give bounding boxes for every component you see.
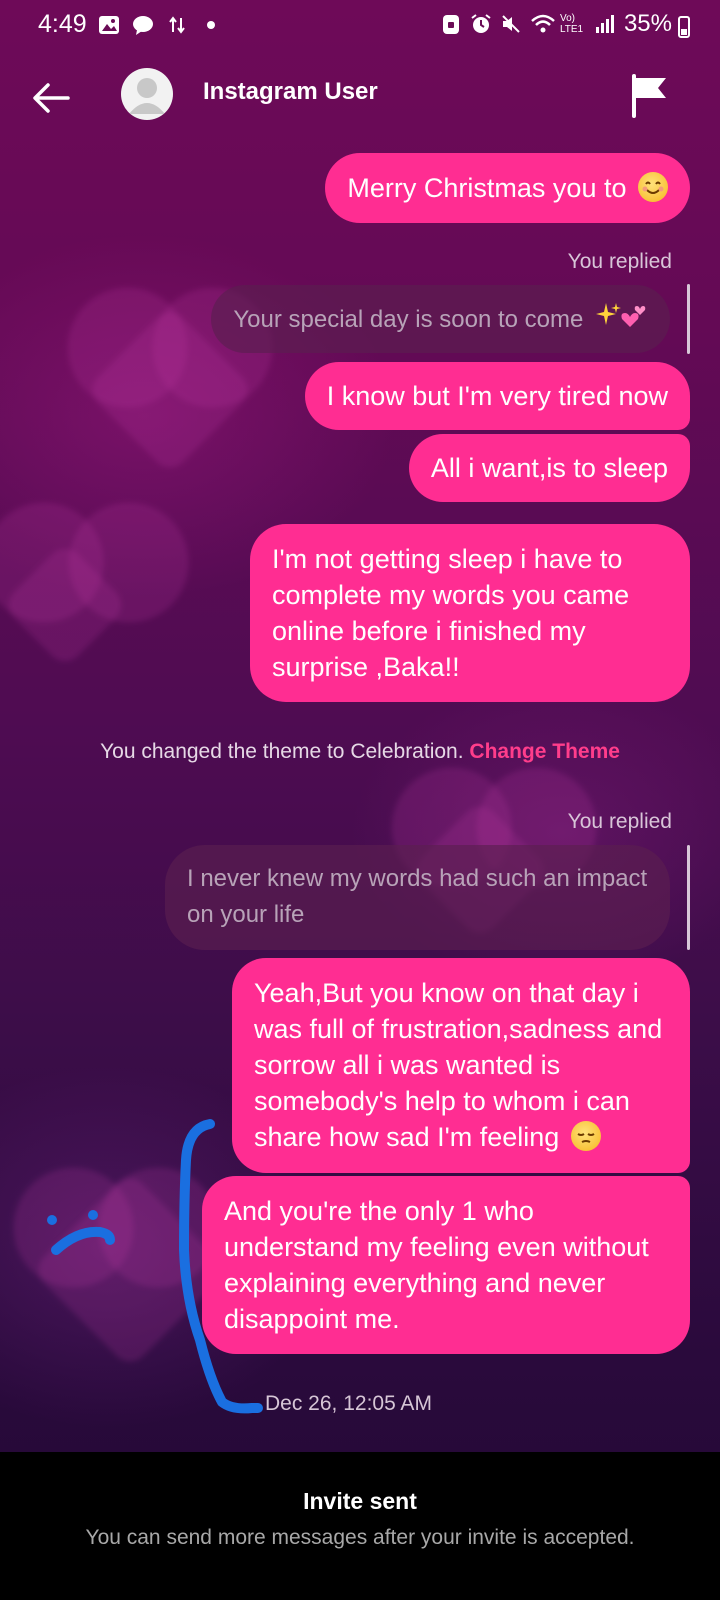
message-bubble-sent[interactable]: Yeah,But you know on that day i was full… — [232, 958, 690, 1173]
chat-icon — [132, 14, 154, 36]
message-bubble-sent[interactable]: I'm not getting sleep i have to complete… — [250, 524, 690, 702]
contact-name[interactable]: Instagram User — [203, 78, 378, 106]
message-text: I know but I'm very tired now — [326, 381, 668, 411]
pensive-face-emoji-icon — [570, 1121, 601, 1151]
quoted-text: Your special day is soon to come — [233, 306, 584, 333]
message-bubble-sent[interactable]: All i want,is to sleep — [408, 434, 690, 502]
lock-icon — [440, 13, 462, 35]
message-text: And you're the only 1 who understand my … — [224, 1196, 649, 1334]
invite-status-subtitle: You can send more messages after your in… — [85, 1526, 635, 1549]
system-text: You changed the theme to Celebration. — [100, 740, 464, 763]
smiling-face-emoji-icon — [638, 172, 668, 202]
flag-icon — [632, 74, 666, 118]
reply-label: You replied — [567, 250, 672, 273]
chat-header: Instagram User — [0, 52, 720, 140]
message-text: Merry Christmas you to — [347, 173, 627, 203]
default-avatar-icon — [129, 78, 165, 114]
theme-change-notice: You changed the theme to Celebration. Ch… — [0, 740, 720, 764]
battery-percent: 35% — [623, 10, 672, 37]
quoted-message[interactable]: I never knew my words had such an impact… — [165, 845, 670, 950]
signal-icon — [594, 13, 616, 35]
status-time: 4:49 — [38, 10, 87, 38]
invite-footer: Invite sent You can send more messages a… — [0, 1452, 720, 1600]
message-bubble-sent[interactable]: Merry Christmas you to — [325, 153, 690, 223]
back-button[interactable] — [28, 74, 76, 122]
change-theme-link[interactable]: Change Theme — [469, 740, 620, 763]
arrow-left-icon — [33, 83, 70, 113]
battery-icon — [678, 16, 690, 38]
message-timestamp: Dec 26, 12:05 AM — [265, 1392, 432, 1415]
data-transfer-icon — [166, 14, 188, 36]
hand-drawn-annotation — [47, 1119, 263, 1414]
reply-indicator-bar — [687, 845, 690, 950]
quoted-message[interactable]: Your special day is soon to come — [211, 285, 670, 353]
message-text: All i want,is to sleep — [430, 453, 668, 483]
message-bubble-sent[interactable]: I know but I'm very tired now — [304, 362, 690, 430]
sparkles-hearts-emoji-icon — [594, 301, 648, 342]
invite-status-title: Invite sent — [303, 1488, 417, 1514]
gallery-icon — [98, 14, 120, 36]
report-button[interactable] — [628, 72, 672, 120]
status-left-icons — [98, 14, 222, 36]
mute-icon — [500, 13, 522, 35]
network-label: Vo) LTE1 — [559, 13, 584, 35]
quoted-text: I never knew my words had such an impact… — [187, 865, 648, 928]
message-text: I'm not getting sleep i have to complete… — [272, 544, 630, 682]
alarm-icon — [470, 13, 492, 35]
background-heart-decoration — [31, 1171, 229, 1369]
message-text: Yeah,But you know on that day i was full… — [254, 978, 663, 1152]
reply-indicator-bar — [687, 284, 690, 354]
message-bubble-sent[interactable]: And you're the only 1 who understand my … — [202, 1176, 690, 1354]
avatar[interactable] — [121, 68, 173, 120]
chat-screen: 4:49 Vo) LTE1 35% Instagram User Merry C… — [0, 0, 720, 1600]
reply-label: You replied — [567, 810, 672, 833]
status-bar: 4:49 Vo) LTE1 35% — [0, 0, 720, 52]
status-right-icons: Vo) LTE1 35% — [440, 10, 672, 38]
wifi-icon — [530, 13, 555, 35]
background-heart-decoration — [1, 541, 129, 669]
dot-icon — [200, 14, 222, 36]
